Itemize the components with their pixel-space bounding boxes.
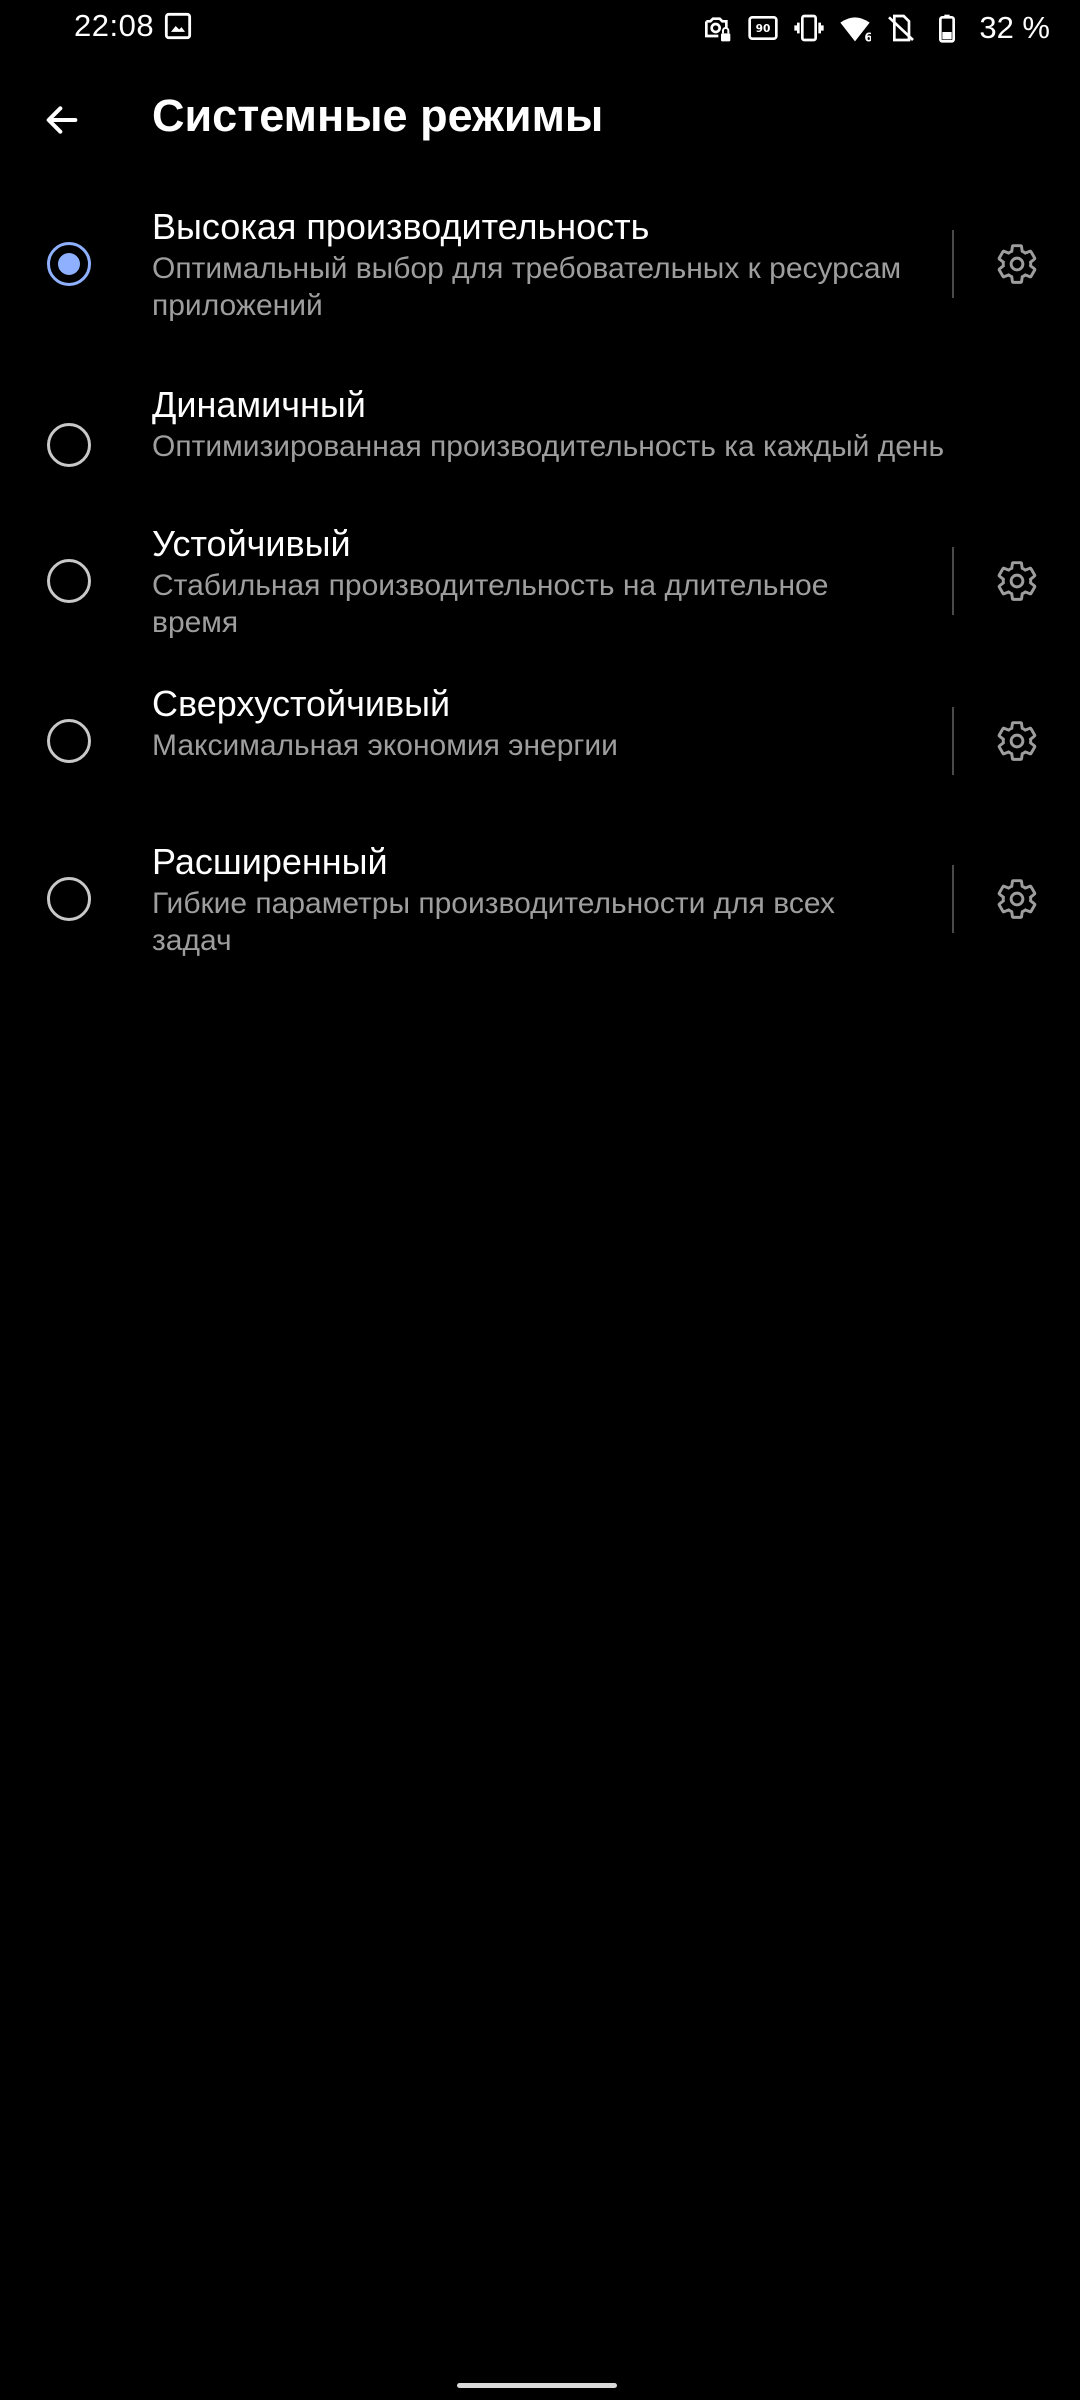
divider bbox=[952, 707, 954, 775]
gear-icon bbox=[997, 879, 1037, 919]
status-time: 22:08 bbox=[74, 8, 155, 43]
gear-icon bbox=[997, 561, 1037, 601]
mode-description: Стабильная производительность на длитель… bbox=[152, 569, 829, 639]
no-sim-icon bbox=[888, 14, 915, 42]
radio-high-performance[interactable] bbox=[47, 242, 91, 286]
divider bbox=[952, 865, 954, 933]
settings-button-advanced[interactable] bbox=[990, 872, 1044, 926]
wifi-6-icon: 6 bbox=[840, 17, 872, 44]
page-title: Системные режимы bbox=[152, 90, 604, 141]
svg-text:90: 90 bbox=[756, 22, 771, 35]
app-bar: Системные режимы bbox=[0, 56, 1080, 176]
mode-title: Сверхустойчивый bbox=[152, 683, 451, 724]
arrow-back-icon bbox=[46, 106, 78, 134]
mode-item-ultra-sustained[interactable]: Сверхустойчивый Максимальная экономия эн… bbox=[0, 683, 1080, 791]
mode-title: Устойчивый bbox=[152, 523, 351, 564]
divider bbox=[952, 547, 954, 615]
settings-button-sustained[interactable] bbox=[990, 554, 1044, 608]
battery-percent: 32 % bbox=[979, 10, 1050, 45]
radio-dynamic[interactable] bbox=[47, 423, 91, 467]
svg-text:6: 6 bbox=[865, 30, 872, 44]
gallery-icon bbox=[164, 12, 192, 40]
mode-description: Оптимальный выбор для требовательных к р… bbox=[152, 252, 902, 322]
settings-button-ultra-sustained[interactable] bbox=[990, 714, 1044, 768]
mode-item-dynamic[interactable]: Динамичный Оптимизированная производител… bbox=[0, 374, 1080, 474]
battery-icon bbox=[939, 14, 956, 43]
back-button[interactable] bbox=[30, 88, 94, 152]
gesture-navigation-bar[interactable] bbox=[457, 2383, 617, 2388]
status-bar: 22:08 90 6 bbox=[0, 0, 1080, 56]
screen: 22:08 90 6 bbox=[0, 0, 1080, 2400]
mode-title: Динамичный bbox=[152, 384, 366, 425]
status-icons: 90 6 32 % bbox=[701, 8, 1050, 48]
vibrate-icon bbox=[794, 14, 824, 42]
gear-icon bbox=[997, 721, 1037, 761]
refresh-rate-90hz-icon: 90 bbox=[748, 16, 778, 40]
gear-icon bbox=[997, 244, 1037, 284]
mode-item-high-performance[interactable]: Высокая производительность Оптимальный в… bbox=[0, 196, 1080, 336]
mode-description: Максимальная экономия энергии bbox=[152, 729, 618, 762]
mode-title: Расширенный bbox=[152, 841, 388, 882]
mode-item-advanced[interactable]: Расширенный Гибкие параметры производите… bbox=[0, 831, 1080, 971]
mode-title: Высокая производительность bbox=[152, 206, 650, 247]
radio-advanced[interactable] bbox=[47, 877, 91, 921]
settings-button-high-performance[interactable] bbox=[990, 237, 1044, 291]
camera-lock-icon bbox=[705, 17, 731, 42]
mode-item-sustained[interactable]: Устойчивый Стабильная производительность… bbox=[0, 513, 1080, 653]
mode-description: Гибкие параметры производительности для … bbox=[152, 887, 835, 957]
mode-description: Оптимизированная производительность ка к… bbox=[152, 430, 945, 463]
radio-sustained[interactable] bbox=[47, 559, 91, 603]
radio-ultra-sustained[interactable] bbox=[47, 719, 91, 763]
divider bbox=[952, 230, 954, 298]
